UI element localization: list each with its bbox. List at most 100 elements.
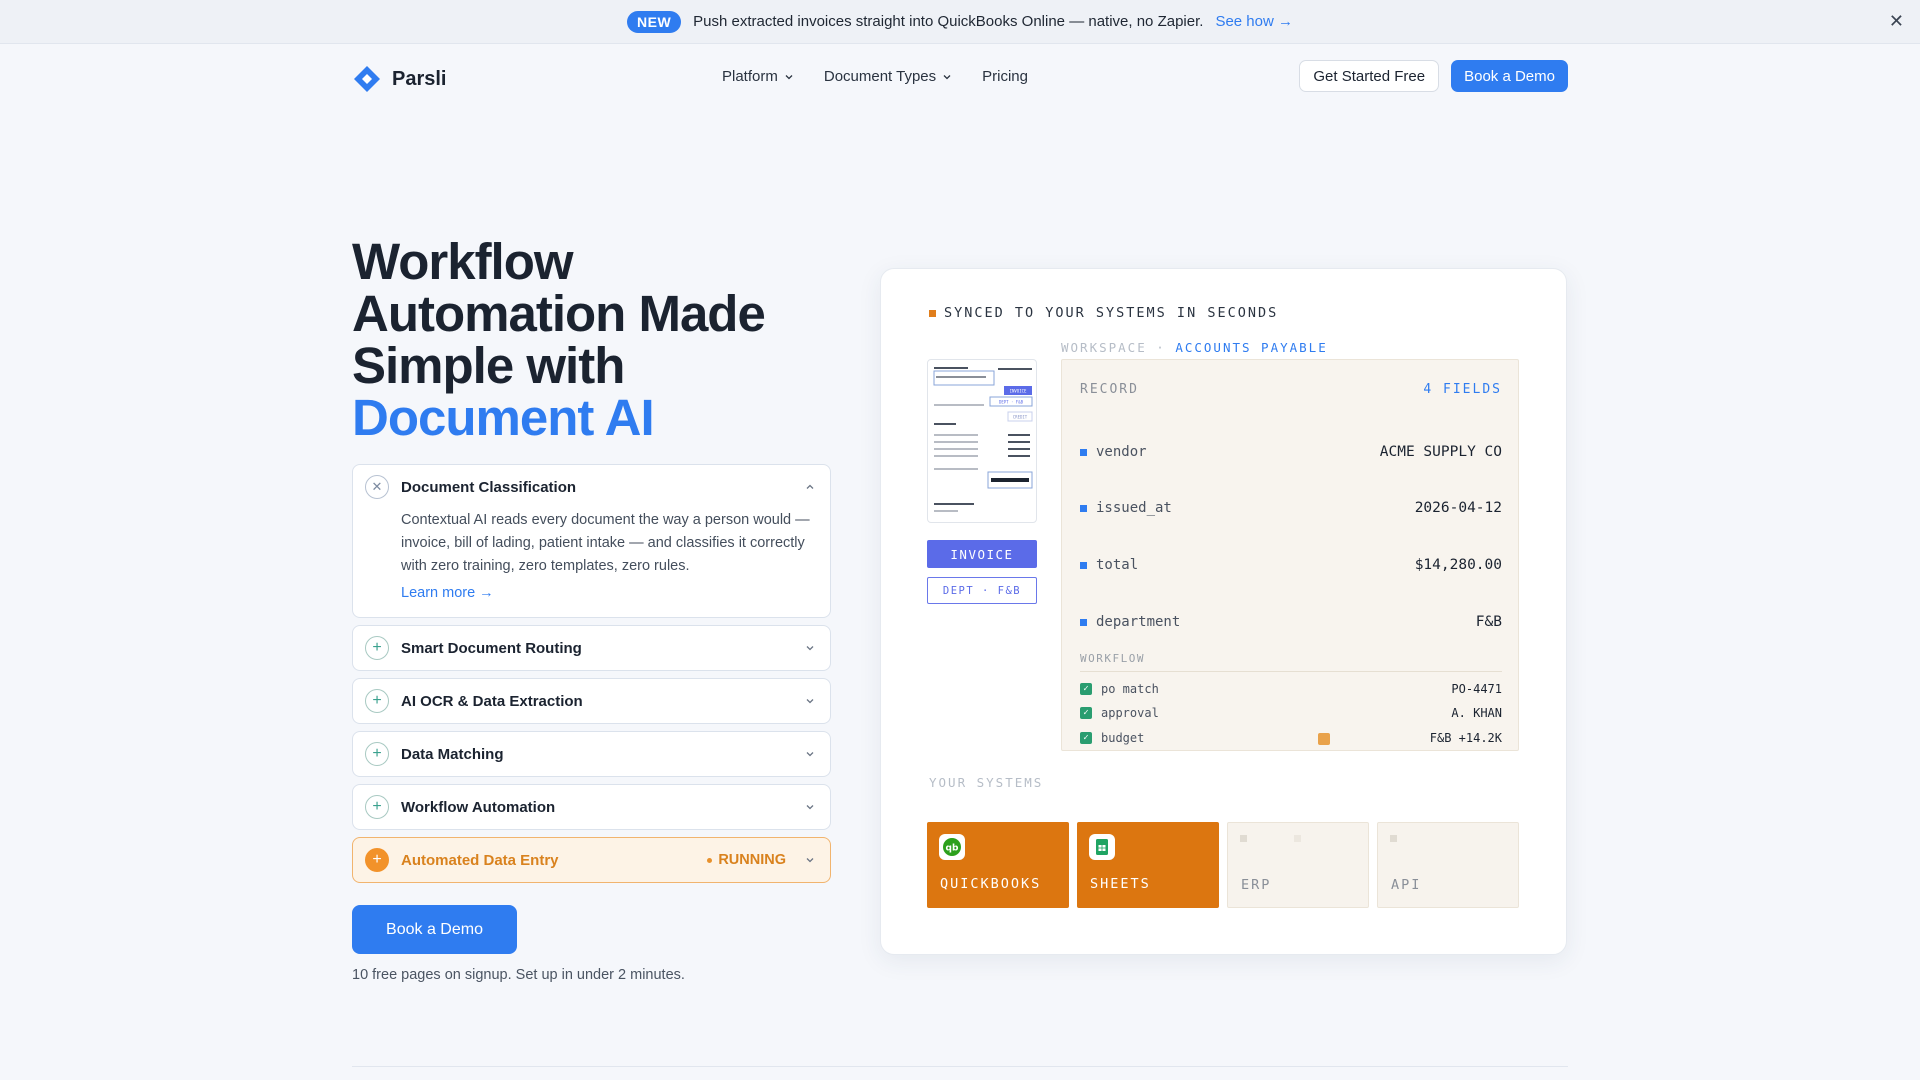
nav-book-demo-button[interactable]: Book a Demo (1451, 60, 1568, 92)
system-tile-erp[interactable]: ERP (1227, 822, 1369, 908)
record-field: vendor ACME SUPPLY CO (1080, 444, 1502, 460)
record-field: total $14,280.00 (1080, 557, 1502, 573)
new-badge: NEW (627, 10, 682, 33)
card-header: SYNCED TO YOUR SYSTEMS IN SECONDS (929, 305, 1278, 321)
accordion-header[interactable]: ✕ Document Classification (353, 465, 830, 509)
get-started-button[interactable]: Get Started Free (1299, 60, 1440, 92)
accordion-title: Data Matching (401, 745, 504, 763)
workflow-key-text: po match (1101, 682, 1159, 696)
chevron-down-icon (943, 74, 951, 79)
chevron-down-icon (806, 805, 814, 810)
workflow-key: ✓ po match (1080, 682, 1159, 696)
workflow-key: ✓ approval (1080, 706, 1159, 720)
brand-logo[interactable]: Parsli (352, 64, 446, 94)
hero-book-demo-button[interactable]: Book a Demo (352, 905, 517, 954)
status-badge: RUNNING (707, 852, 786, 868)
system-tile-api[interactable]: API (1377, 822, 1519, 908)
nav-cta-group: Get Started Free Book a Demo (1299, 60, 1568, 92)
nav-platform-label: Platform (722, 68, 778, 85)
announcement-bar: NEW Push extracted invoices straight int… (0, 0, 1920, 44)
workflow-value: A. KHAN (1451, 706, 1502, 720)
field-value: F&B (1475, 614, 1502, 630)
placeholder-dot-icon (1390, 835, 1397, 842)
chevron-down-icon (785, 74, 793, 79)
check-icon: ✓ (1080, 732, 1092, 744)
document-preview-icon: INVOICE DEPT · F&B CREDIT (933, 367, 1033, 512)
chevron-down-icon (806, 752, 814, 757)
accordion-body-text: Contextual AI reads every document the w… (401, 512, 810, 574)
system-name: API (1391, 877, 1422, 893)
accordion-header[interactable]: + Smart Document Routing (353, 626, 830, 670)
accordion-header[interactable]: + AI OCR & Data Extraction (353, 679, 830, 723)
svg-text:qb: qb (946, 844, 959, 854)
close-icon[interactable]: ✕ (365, 475, 389, 499)
chevron-up-icon (806, 484, 814, 489)
orange-square-icon (929, 309, 936, 317)
accordion-item-routing[interactable]: + Smart Document Routing (352, 625, 831, 671)
accordion-title: Smart Document Routing (401, 639, 582, 657)
system-tile-quickbooks[interactable]: qb QUICKBOOKS (927, 822, 1069, 908)
accordion-item-data-entry[interactable]: + Automated Data Entry RUNNING (352, 837, 831, 883)
system-tile-sheets[interactable]: SHEETS (1077, 822, 1219, 908)
nav-pricing-label: Pricing (982, 68, 1028, 85)
plus-icon: + (365, 689, 389, 713)
chevron-down-icon (806, 699, 814, 704)
accordion-item-ocr[interactable]: + AI OCR & Data Extraction (352, 678, 831, 724)
hero-title: Workflow Automation Made Simple with Doc… (352, 236, 792, 444)
accordion-title: Workflow Automation (401, 798, 556, 816)
department-tag: DEPT · F&B (927, 577, 1037, 604)
check-icon: ✓ (1080, 707, 1092, 719)
accordion-item-matching[interactable]: + Data Matching (352, 731, 831, 777)
announcement-text: Push extracted invoices straight into Qu… (693, 13, 1204, 30)
accordion-header[interactable]: + Data Matching (353, 732, 830, 776)
workspace-name: ACCOUNTS PAYABLE (1175, 340, 1328, 355)
status-dot (707, 857, 713, 863)
blue-square-icon (1080, 561, 1087, 569)
systems-label: YOUR SYSTEMS (929, 775, 1044, 790)
hero-title-accent: Document AI (352, 389, 655, 446)
record-label: RECORD (1080, 382, 1139, 397)
system-name: QUICKBOOKS (940, 876, 1042, 892)
system-name: SHEETS (1090, 876, 1151, 892)
workflow-row: ✓ approval A. KHAN (1080, 706, 1502, 720)
plus-icon: + (365, 795, 389, 819)
budget-indicator-icon (1318, 733, 1330, 745)
accordion-body: Contextual AI reads every document the w… (353, 509, 830, 605)
chevron-down-icon (806, 646, 814, 651)
accordion-title: Automated Data Entry (401, 851, 559, 869)
workflow-value: PO-4471 (1451, 682, 1502, 696)
nav-platform[interactable]: Platform (722, 68, 794, 85)
thumb-label-invoice: INVOICE (1010, 389, 1027, 394)
accordion-header[interactable]: + Workflow Automation (353, 785, 830, 829)
workflow-value: F&B +14.2K (1429, 731, 1502, 745)
plus-icon: + (365, 742, 389, 766)
sync-demo-card: SYNCED TO YOUR SYSTEMS IN SECONDS WORKSP… (880, 268, 1567, 955)
signup-note: 10 free pages on signup. Set up in under… (352, 967, 685, 983)
check-icon: ✓ (1080, 683, 1092, 695)
accordion-title: Document Classification (401, 478, 577, 496)
plus-icon: + (365, 848, 389, 872)
learn-more-link[interactable]: Learn more → (401, 582, 494, 605)
placeholder-dot-icon (1240, 835, 1247, 842)
nav-document-types[interactable]: Document Types (824, 68, 952, 85)
accordion-title: AI OCR & Data Extraction (401, 692, 583, 710)
accordion-item-workflow[interactable]: + Workflow Automation (352, 784, 831, 830)
accordion-item-classification: ✕ Document Classification Contextual AI … (352, 464, 831, 618)
feature-accordion: ✕ Document Classification Contextual AI … (352, 464, 831, 890)
see-how-link[interactable]: See how → (1215, 13, 1293, 30)
field-key: issued_at (1080, 500, 1172, 516)
system-name: ERP (1241, 877, 1272, 893)
nav-pricing[interactable]: Pricing (982, 68, 1028, 85)
workspace-prefix: WORKSPACE · (1061, 340, 1166, 355)
accordion-header[interactable]: + Automated Data Entry RUNNING (353, 838, 830, 882)
workspace-label: WORKSPACE · ACCOUNTS PAYABLE (1061, 340, 1328, 355)
thumb-label-dept: DEPT · F&B (999, 400, 1024, 405)
record-field: department F&B (1080, 614, 1502, 630)
field-key: department (1080, 614, 1180, 630)
nav-links: Platform Document Types Pricing (722, 68, 1028, 85)
workflow-row: ✓ budget F&B +14.2K (1080, 731, 1502, 745)
workflow-key-text: budget (1101, 731, 1145, 745)
close-icon[interactable]: ✕ (1889, 11, 1904, 31)
workflow-key: ✓ budget (1080, 731, 1144, 745)
record-panel: RECORD 4 FIELDS vendor ACME SUPPLY CO is… (1061, 359, 1519, 751)
